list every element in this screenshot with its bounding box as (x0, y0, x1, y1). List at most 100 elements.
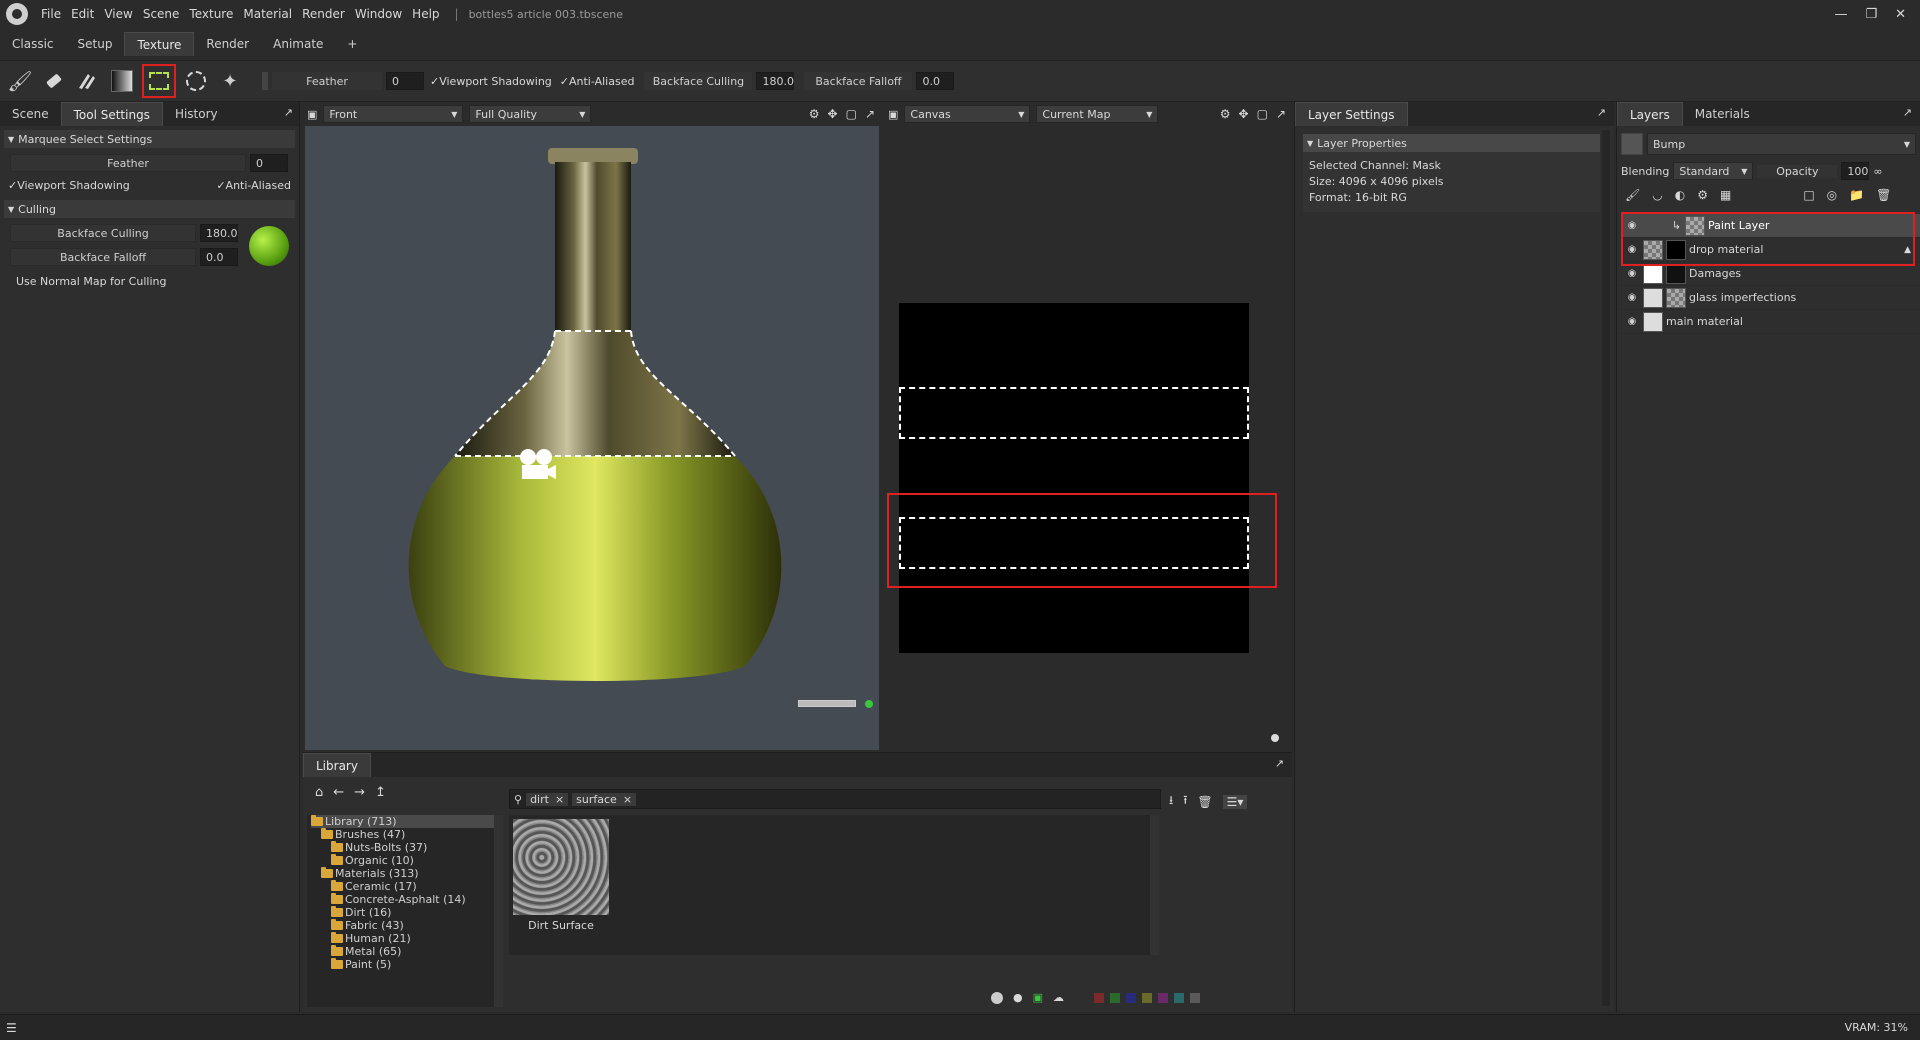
color-filter-swatch[interactable] (1158, 992, 1169, 1003)
canvas-move-icon[interactable]: ✥ (1239, 107, 1249, 121)
left-panel-popout-icon[interactable]: ↗ (284, 106, 293, 119)
canvas-settings-icon[interactable]: ⚙ (1220, 107, 1231, 121)
magic-wand-icon[interactable]: ✦ (216, 67, 244, 95)
map-select[interactable]: Current Map ▼ (1036, 105, 1159, 123)
close-icon[interactable]: ✕ (1895, 7, 1906, 22)
remove-tag-icon[interactable]: × (623, 793, 632, 806)
minimize-icon[interactable]: — (1834, 7, 1847, 22)
viewport-maximize-icon[interactable]: ▢ (846, 107, 857, 121)
restore-icon[interactable]: ❐ (1865, 7, 1877, 22)
visibility-eye-icon[interactable]: ◉ (1621, 316, 1643, 327)
workspace-tab-render[interactable]: Render (194, 32, 261, 56)
library-search-bar[interactable]: ⚲ dirt × surface × (509, 789, 1161, 809)
layer-settings-scrollbar[interactable] (1602, 130, 1610, 1006)
layer-mask-icon[interactable]: ▦ (1720, 188, 1731, 202)
new-fill-layer-icon[interactable]: ◡ (1652, 188, 1662, 202)
canvas-popout-icon[interactable]: ↗ (1276, 107, 1286, 121)
tab-library[interactable]: Library (303, 753, 371, 777)
fill-icon[interactable] (74, 67, 102, 95)
color-filter-swatch[interactable] (1190, 992, 1201, 1003)
view-select[interactable]: Front ▼ (323, 105, 464, 123)
culling-section-header[interactable]: ▼ Culling (4, 200, 295, 218)
library-tree-item[interactable]: Brushes (47) (311, 827, 503, 841)
color-filter-swatch[interactable] (1110, 992, 1121, 1003)
menu-render[interactable]: Render (297, 7, 350, 21)
layer-duplicate-icon[interactable]: ◎ (1827, 188, 1837, 202)
channel-select[interactable]: Bump ▼ (1647, 133, 1916, 155)
search-tag[interactable]: dirt × (526, 792, 569, 806)
backface-culling-input[interactable]: 180.0 (200, 224, 238, 242)
library-import-icon[interactable]: ⭳ (1169, 791, 1173, 812)
library-popout-icon[interactable]: ↗ (1275, 757, 1284, 770)
remove-tag-icon[interactable]: × (555, 793, 564, 806)
filter-sphere-icon[interactable] (991, 991, 1003, 1004)
viewport-move-icon[interactable]: ✥ (828, 107, 838, 121)
library-delete-icon[interactable]: 🗑 (1197, 795, 1212, 809)
library-tree-item[interactable]: Ceramic (17) (311, 879, 503, 893)
menu-material[interactable]: Material (238, 7, 297, 21)
layer-thumbnail[interactable] (1643, 311, 1663, 332)
statusbar-menu-icon[interactable]: ☰ (6, 1021, 17, 1035)
toolbar-anti-aliased-checkbox[interactable]: ✓Anti-Aliased (560, 75, 635, 88)
library-view-menu-icon[interactable]: ☰▾ (1222, 794, 1248, 809)
workspace-tab-add[interactable]: + (335, 32, 369, 56)
library-forward-icon[interactable]: → (354, 785, 365, 800)
use-normal-map-checkbox[interactable]: Use Normal Map for Culling (16, 275, 166, 288)
filter-cloud-icon[interactable]: ☁ (1053, 991, 1064, 1004)
menu-scene[interactable]: Scene (138, 7, 185, 21)
canvas-view-icon[interactable]: ▣ (888, 108, 898, 121)
library-tree-item[interactable]: Organic (10) (311, 853, 503, 867)
new-folder-icon[interactable]: 📁 (1849, 188, 1864, 202)
library-tree-item[interactable]: Materials (313) (311, 866, 503, 880)
menu-window[interactable]: Window (350, 7, 407, 21)
layers-popout-icon[interactable]: ↗ (1903, 106, 1912, 119)
blending-select[interactable]: Standard ▼ (1673, 162, 1754, 180)
link-icon[interactable]: ∞ (1873, 165, 1882, 178)
library-tree-item[interactable]: Library (713) (311, 815, 503, 828)
backface-falloff-input[interactable]: 0.0 (200, 248, 238, 266)
delete-layer-icon[interactable]: 🗑 (1876, 188, 1891, 202)
toolbar-feather-input[interactable]: 0 (386, 72, 424, 90)
feather-input[interactable]: 0 (250, 154, 288, 172)
library-tree-item[interactable]: Metal (65) (311, 944, 503, 958)
menu-file[interactable]: File (36, 7, 66, 21)
library-tree-item[interactable]: Nuts-Bolts (37) (311, 840, 503, 854)
library-tree-scrollbar[interactable] (494, 815, 503, 1007)
paint-brush-icon[interactable]: 🖌 (6, 67, 34, 95)
anti-aliased-checkbox[interactable]: ✓Anti-Aliased (216, 179, 291, 192)
tab-layers[interactable]: Layers (1617, 102, 1683, 126)
layer-mask-thumbnail[interactable] (1666, 287, 1686, 308)
filter-person-icon[interactable]: ● (1013, 991, 1023, 1004)
library-tree-item[interactable]: Dirt (16) (311, 905, 503, 919)
gradient-icon[interactable] (108, 67, 136, 95)
color-filter-swatch[interactable] (1174, 992, 1185, 1003)
library-up-icon[interactable]: ↥ (375, 785, 386, 800)
color-filter-swatch[interactable] (1126, 992, 1137, 1003)
workspace-tab-setup[interactable]: Setup (66, 32, 125, 56)
color-filter-swatch[interactable] (1142, 992, 1153, 1003)
menu-view[interactable]: View (99, 7, 137, 21)
library-results-scrollbar[interactable] (1150, 815, 1159, 955)
quality-select[interactable]: Full Quality ▼ (469, 105, 592, 123)
viewport-settings-icon[interactable]: ⚙ (809, 107, 820, 121)
layer-clip-icon[interactable]: □ (1803, 188, 1814, 202)
viewport-popout-icon[interactable]: ↗ (865, 107, 875, 121)
canvas-select[interactable]: Canvas ▼ (904, 105, 1031, 123)
tab-materials[interactable]: Materials (1683, 102, 1762, 126)
marquee-select-icon[interactable] (142, 64, 176, 98)
menu-edit[interactable]: Edit (66, 7, 99, 21)
menu-help[interactable]: Help (407, 7, 444, 21)
viewport-shadowing-checkbox[interactable]: ✓Viewport Shadowing (8, 179, 130, 192)
library-tree-item[interactable]: Human (21) (311, 931, 503, 945)
layer-effects-icon[interactable]: ⚙ (1697, 188, 1708, 202)
workspace-tab-classic[interactable]: Classic (0, 32, 66, 56)
library-tree-item[interactable]: Concrete-Asphalt (14) (311, 892, 503, 906)
marquee-section-header[interactable]: ▼ Marquee Select Settings (4, 130, 295, 148)
library-export-icon[interactable]: ⭱ (1183, 791, 1187, 812)
menu-texture[interactable]: Texture (184, 7, 238, 21)
workspace-tab-texture[interactable]: Texture (124, 32, 195, 56)
visibility-eye-icon[interactable]: ◉ (1621, 268, 1643, 279)
lasso-select-icon[interactable] (182, 67, 210, 95)
filter-monitor-icon[interactable]: ▣ (1033, 991, 1043, 1004)
dirt-surface-thumbnail[interactable] (513, 819, 609, 915)
